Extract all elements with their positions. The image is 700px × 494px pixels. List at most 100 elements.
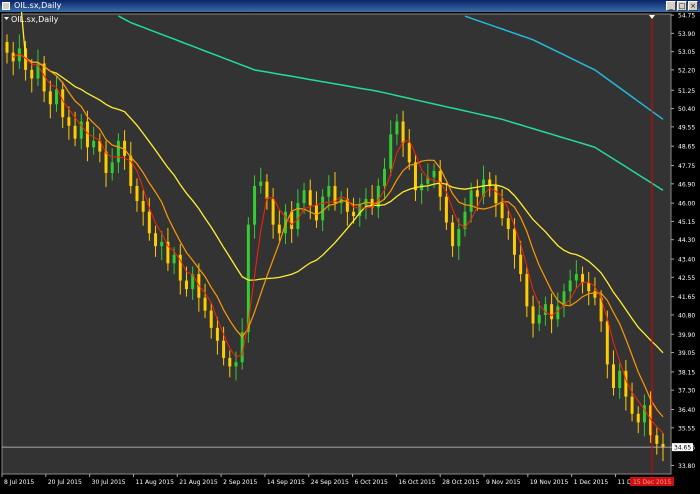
candle-body (556, 306, 560, 320)
symbol-label: OIL.sx,Daily (11, 15, 59, 24)
y-tick-label-16: 40.80 (678, 312, 695, 319)
candle-body (228, 357, 232, 367)
candle-body (73, 125, 77, 139)
window-title: OIL.sx,Daily (14, 1, 62, 10)
y-tick-label-5: 50.40 (678, 106, 695, 113)
y-tick-label-22: 35.55 (678, 425, 695, 432)
x-tick-label-9: 16 Oct 2015 (398, 479, 435, 486)
candle-body (296, 203, 300, 229)
chart-window-icon (2, 2, 10, 10)
candle-body (352, 211, 356, 217)
candle-body (500, 203, 504, 219)
y-tick-label-15: 41.65 (678, 294, 695, 301)
candle-body (172, 254, 176, 264)
x-tick-label-10: 28 Oct 2015 (442, 479, 479, 486)
y-tick-label-17: 39.90 (678, 332, 695, 339)
candle-body (302, 190, 306, 204)
close-button[interactable]: × (688, 1, 698, 11)
y-tick-label-11: 45.15 (678, 219, 695, 226)
candle-body (55, 89, 59, 105)
y-tick-label-4: 51.25 (678, 88, 695, 95)
candle-body (550, 304, 554, 320)
y-tick-label-2: 53.05 (678, 49, 695, 56)
candle-body (593, 291, 597, 298)
x-tick-label-12: 19 Nov 2015 (530, 479, 569, 486)
candle-body (265, 181, 269, 199)
candle-body (401, 121, 405, 143)
candle-body (209, 310, 213, 328)
y-tick-label-10: 46.00 (678, 201, 695, 208)
price-chart[interactable]: 54.75 53.90 53.05 52.20 51.25 50.40 49.55 48.65… (0, 0, 700, 490)
chart-window: OIL.sx,Daily _ □ × 54.75 53.90 53.05 52.20 5… (0, 0, 700, 490)
candle-body (48, 91, 52, 105)
candle-body (234, 362, 238, 367)
candle-body (506, 218, 510, 229)
candle-body (327, 185, 331, 197)
candle-body (655, 435, 659, 444)
maximize-button[interactable]: □ (677, 1, 687, 11)
y-tick-label-21: 36.40 (678, 407, 695, 414)
candle-body (141, 201, 145, 212)
candle-body (383, 168, 387, 186)
candle-body (67, 117, 71, 126)
candle-body (568, 280, 572, 292)
y-tick-label-20: 37.30 (678, 388, 695, 395)
candle-body (271, 198, 275, 225)
x-tick-label-5: 2 Sep 2015 (223, 479, 257, 486)
y-tick-label-19: 38.15 (678, 369, 695, 376)
minimize-button[interactable]: _ (666, 1, 676, 11)
chart-window-titlebar[interactable]: OIL.sx,Daily _ □ × (0, 0, 700, 12)
candle-body (389, 134, 393, 169)
candle-body (630, 396, 634, 414)
candle-body (494, 185, 498, 204)
candle-body (661, 443, 665, 448)
candle-body (512, 228, 516, 255)
chart-area[interactable]: 54.75 53.90 53.05 52.20 51.25 50.40 49.55 48.65… (0, 0, 700, 490)
y-tick-label-13: 43.40 (678, 257, 695, 264)
candle-body (160, 241, 164, 247)
y-tick-label-24: 33.80 (678, 463, 695, 470)
x-tick-label-2: 30 Jul 2015 (92, 479, 126, 486)
candle-body (147, 211, 151, 234)
candle-body (203, 297, 207, 311)
candle-body (525, 274, 529, 307)
candle-body (30, 69, 34, 79)
y-tick-label-14: 42.55 (678, 275, 695, 282)
y-tick-label-18: 39.05 (678, 350, 695, 357)
candle-body (395, 121, 399, 135)
x-tick-label-11: 9 Nov 2015 (486, 479, 521, 486)
candle-body (519, 254, 523, 275)
y-tick-label-8: 47.75 (678, 163, 695, 170)
candle-body (624, 370, 628, 397)
candle-body (537, 314, 541, 324)
candle-body (116, 140, 120, 163)
candle-body (308, 190, 312, 206)
candle-body (61, 89, 65, 118)
candle-body (413, 162, 417, 191)
candle-body (222, 340, 226, 358)
candle-body (475, 190, 479, 197)
plot-area[interactable] (1, 13, 672, 475)
x-tick-label-8: 6 Oct 2015 (355, 479, 388, 486)
x-tick-label-4: 21 Aug 2015 (179, 479, 218, 486)
candle-body (451, 222, 455, 247)
x-tick-label-7: 24 Sep 2015 (311, 479, 349, 486)
candle-body (92, 140, 96, 148)
candle-body (253, 185, 257, 225)
candle-body (407, 142, 411, 163)
x-tick-label-3: 11 Aug 2015 (135, 479, 174, 486)
x-tick-label-1: 20 Jul 2015 (48, 479, 82, 486)
candle-body (135, 185, 139, 202)
candle-body (611, 364, 615, 389)
y-tick-label-9: 46.90 (678, 181, 695, 188)
candle-body (154, 233, 158, 247)
candle-body (5, 41, 9, 53)
candle-body (469, 190, 473, 212)
y-tick-label-6: 49.55 (678, 124, 695, 131)
candle-body (587, 282, 591, 292)
candle-body (531, 306, 535, 324)
cursor-date-label: 15 Dec 2015 (633, 479, 672, 486)
x-tick-label-6: 14 Sep 2015 (267, 479, 305, 486)
candle-body (314, 205, 318, 221)
candle-body (215, 327, 219, 341)
